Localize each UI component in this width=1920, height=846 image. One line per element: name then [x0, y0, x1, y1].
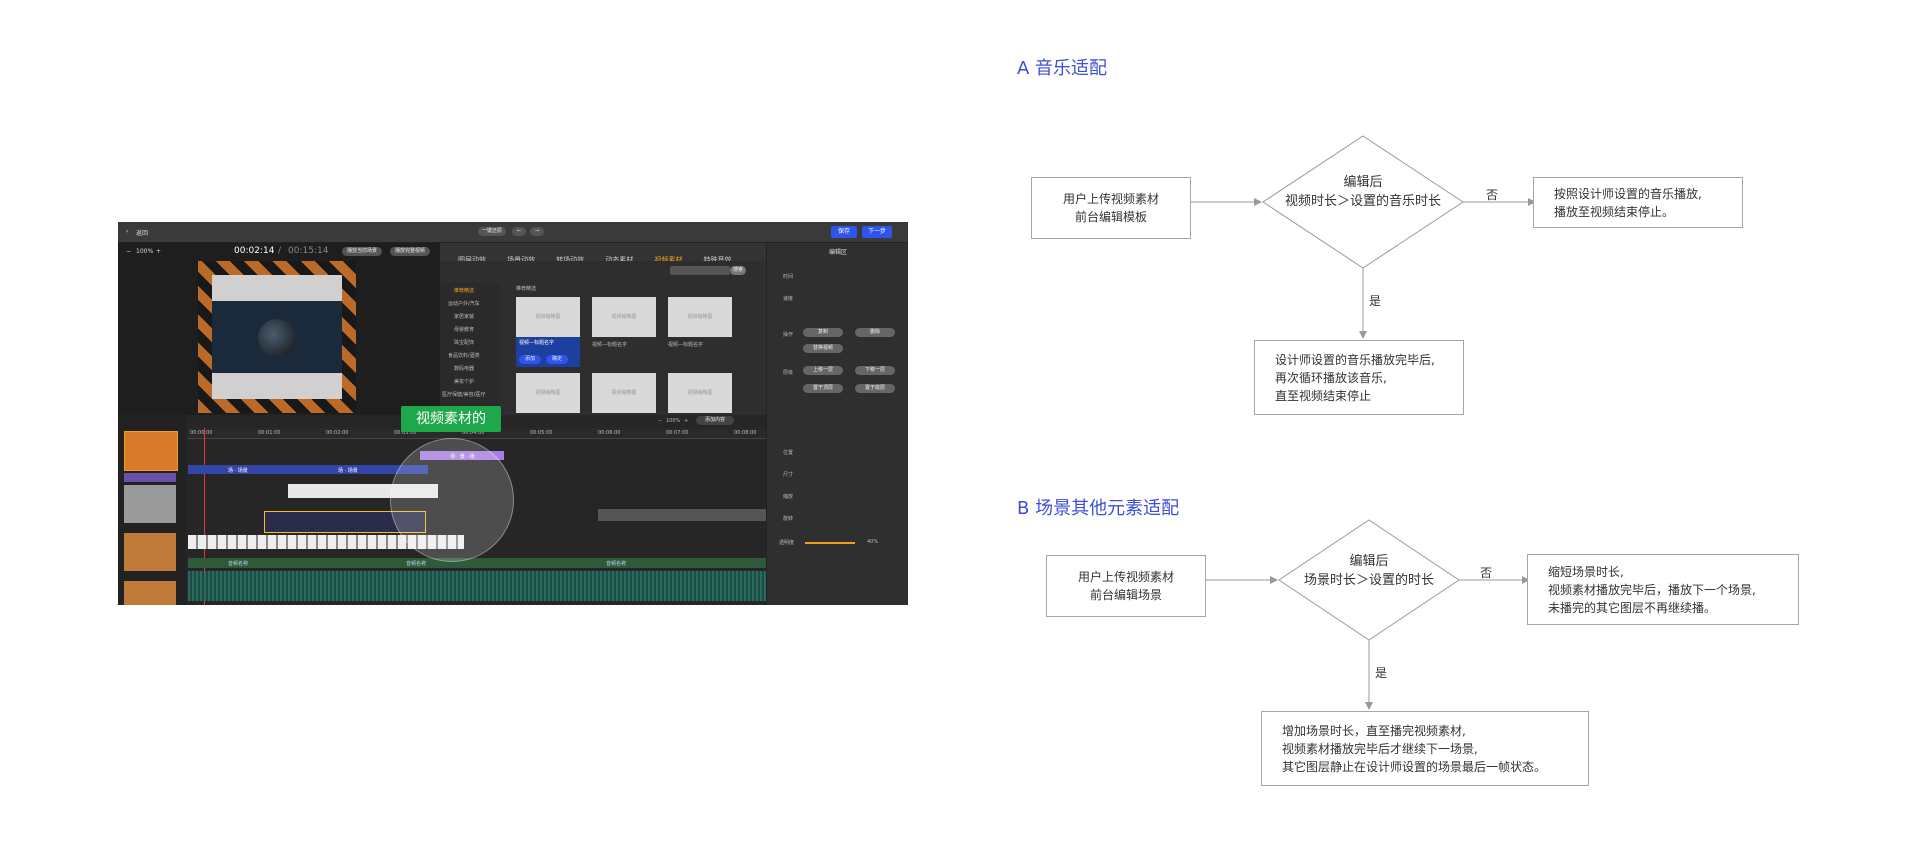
decision-line: 场景时长＞设置的时长: [1303, 573, 1434, 588]
flow-a-no-box: 按照设计师设置的音乐播放, 播放至视频结束停止。: [1533, 177, 1743, 228]
flow-b-title: B 场景其他元素适配: [1017, 498, 1180, 519]
flow-b-decision-text: 编辑后 场景时长＞设置的时长: [1279, 552, 1459, 590]
box-line: 用户上传视频素材: [1062, 192, 1159, 206]
box-line: 前台编辑场景: [1089, 588, 1162, 602]
flow-a-no-label: 否: [1486, 188, 1499, 202]
box-line: 未播完的其它图层不再继续播。: [1548, 600, 1717, 615]
decision-line: 视频时长＞设置的音乐时长: [1284, 194, 1441, 209]
flow-a-start-box: 用户上传视频素材 前台编辑模板: [1031, 177, 1191, 239]
box-line: 播放至视频结束停止。: [1554, 204, 1675, 219]
flow-b-yes-label: 是: [1375, 666, 1388, 680]
box-line: 视频素材播放完毕后才继续下一场景,: [1282, 741, 1478, 756]
flow-b-start-box: 用户上传视频素材 前台编辑场景: [1046, 555, 1206, 617]
flow-a-yes-box: 设计师设置的音乐播放完毕后, 再次循环播放该音乐, 直至视频结束停止: [1254, 340, 1464, 415]
flow-a-decision-text: 编辑后 视频时长＞设置的音乐时长: [1263, 173, 1463, 211]
box-line: 设计师设置的音乐播放完毕后,: [1275, 352, 1435, 367]
box-line: 增加场景时长，直至播完视频素材,: [1282, 723, 1466, 738]
decision-line: 编辑后: [1349, 554, 1389, 569]
flow-b-no-box: 缩短场景时长, 视频素材播放完毕后，播放下一个场景, 未播完的其它图层不再继续播…: [1527, 554, 1799, 625]
flow-b-no-label: 否: [1480, 566, 1493, 580]
box-line: 前台编辑模板: [1074, 210, 1147, 224]
flow-b-yes-box: 增加场景时长，直至播完视频素材, 视频素材播放完毕后才继续下一场景, 其它图层静…: [1261, 711, 1589, 786]
box-line: 视频素材播放完毕后，播放下一个场景,: [1548, 582, 1756, 597]
flow-a-yes-label: 是: [1369, 294, 1382, 308]
flowchart-connectors: [1191, 135, 1536, 710]
box-line: 缩短场景时长,: [1548, 564, 1624, 579]
decision-line: 编辑后: [1343, 175, 1383, 190]
box-line: 其它图层静止在设计师设置的场景最后一帧状态。: [1282, 759, 1547, 774]
box-line: 再次循环播放该音乐,: [1275, 370, 1387, 385]
box-line: 直至视频结束停止: [1275, 388, 1372, 403]
box-line: 用户上传视频素材: [1077, 570, 1174, 584]
box-line: 按照设计师设置的音乐播放,: [1554, 186, 1702, 201]
